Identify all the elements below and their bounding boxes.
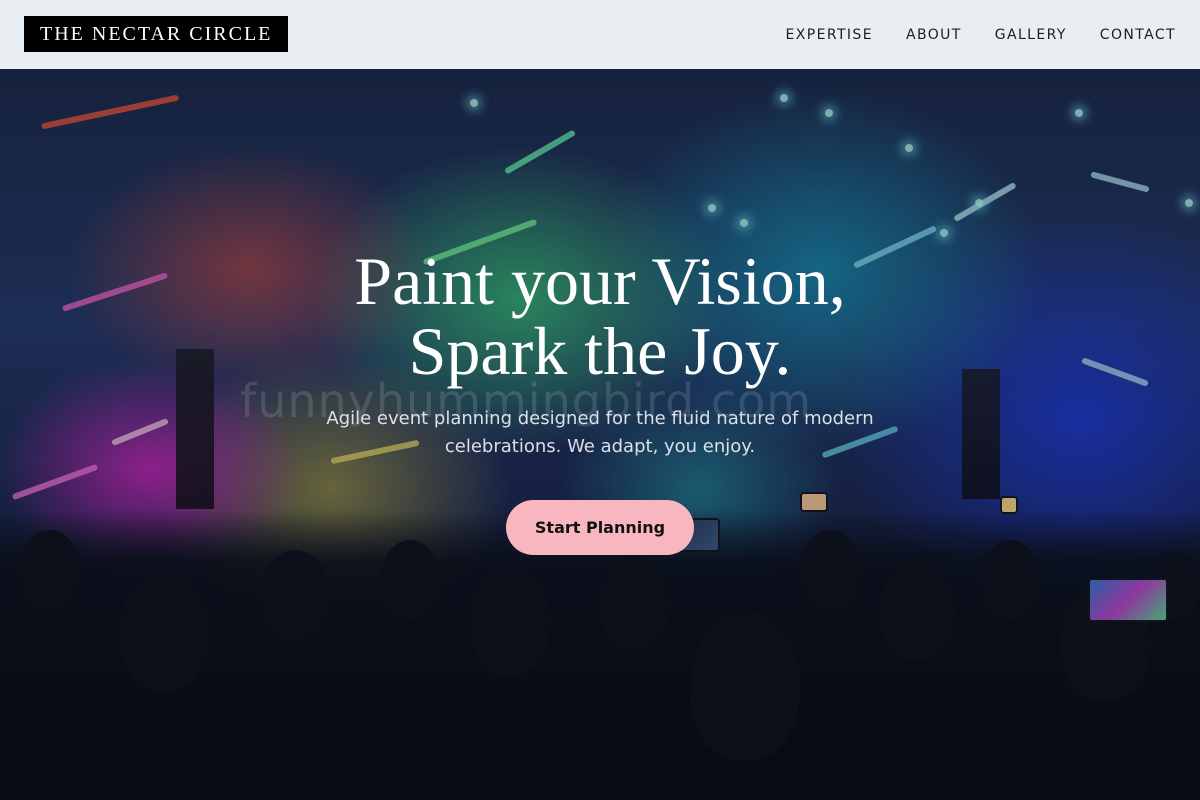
site-header: THE NECTAR CIRCLE EXPERTISE ABOUT GALLER…	[0, 0, 1200, 69]
hero-headline-line-2: Spark the Joy.	[408, 313, 792, 389]
hero-section: Paint your Vision, Spark the Joy. Agile …	[0, 69, 1200, 800]
nav-link-expertise[interactable]: EXPERTISE	[786, 27, 873, 43]
nav-link-contact[interactable]: CONTACT	[1100, 27, 1176, 43]
nav-link-gallery[interactable]: GALLERY	[995, 27, 1067, 43]
brand-logo[interactable]: THE NECTAR CIRCLE	[24, 16, 289, 52]
hero-subtitle: Agile event planning designed for the fl…	[326, 408, 874, 457]
hero-headline: Paint your Vision, Spark the Joy.	[200, 246, 1000, 386]
hero-headline-line-1: Paint your Vision,	[354, 243, 846, 319]
landing-page: THE NECTAR CIRCLE EXPERTISE ABOUT GALLER…	[0, 0, 1200, 800]
main-nav: EXPERTISE ABOUT GALLERY CONTACT	[786, 0, 1176, 69]
nav-link-about[interactable]: ABOUT	[906, 27, 962, 43]
start-planning-button[interactable]: Start Planning	[506, 500, 694, 555]
